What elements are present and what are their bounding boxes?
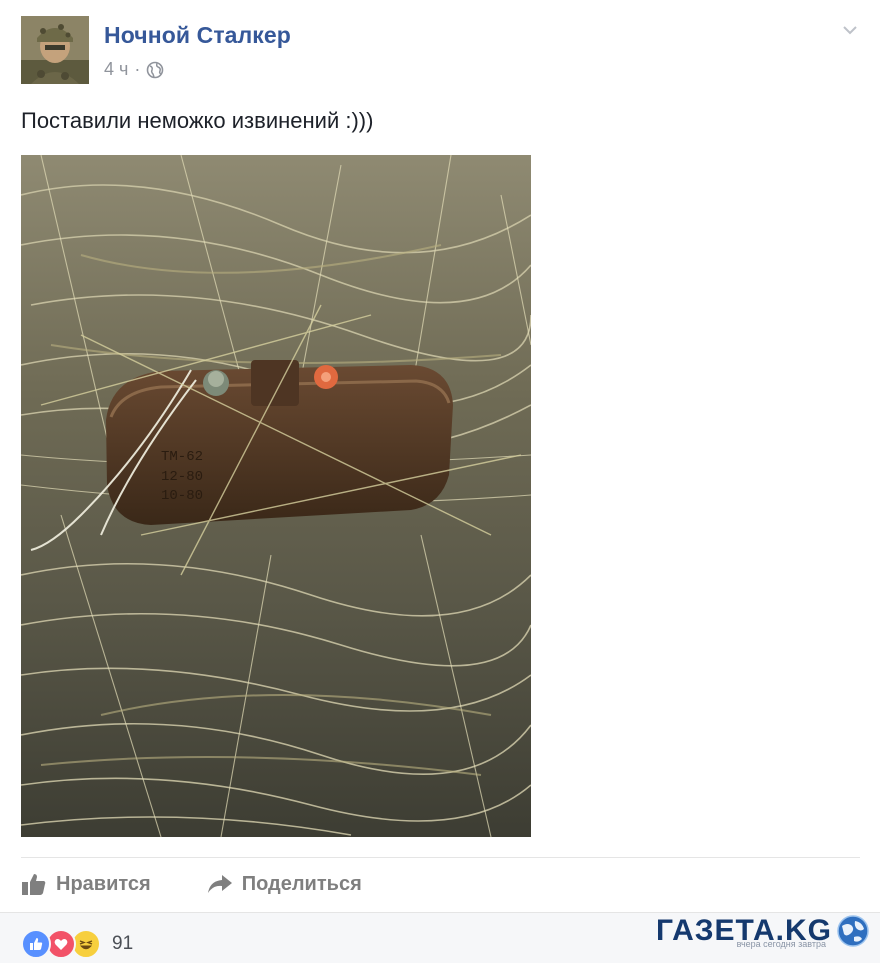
globe-icon[interactable] <box>146 61 164 79</box>
gazeta-kg-watermark: ГАЗЕТА.KG вчера сегодня завтра <box>656 911 870 951</box>
svg-text:12-80: 12-80 <box>161 469 203 485</box>
share-label: Поделиться <box>241 872 362 895</box>
reaction-count: 91 <box>112 933 134 954</box>
thumbs-up-icon <box>22 874 46 895</box>
watermark-tagline: вчера сегодня завтра <box>736 939 826 949</box>
post-header: Ночной Сталкер 4 ч · <box>21 16 860 86</box>
author-avatar[interactable] <box>21 16 89 84</box>
share-arrow-icon <box>207 875 232 893</box>
chevron-down-icon[interactable] <box>840 20 860 40</box>
like-button[interactable]: Нравится <box>21 872 151 896</box>
globe-logo-icon <box>837 915 869 947</box>
post-actions: Нравится Поделиться <box>21 864 362 904</box>
reactions-summary[interactable]: 91 <box>21 929 133 959</box>
facebook-post: Ночной Сталкер 4 ч · Поставили неможко и… <box>0 0 880 963</box>
author-name-link[interactable]: Ночной Сталкер <box>104 22 291 49</box>
like-label: Нравится <box>56 872 151 895</box>
share-button[interactable]: Поделиться <box>207 872 362 896</box>
post-photo[interactable]: ТМ-62 12-80 10-80 <box>21 155 531 837</box>
svg-text:ТМ-62: ТМ-62 <box>161 449 203 465</box>
like-reaction-icon <box>21 929 51 959</box>
svg-text:10-80: 10-80 <box>161 488 203 504</box>
post-timestamp[interactable]: 4 ч <box>104 59 128 80</box>
post-meta: 4 ч · <box>104 59 164 80</box>
actions-top-divider <box>21 857 860 858</box>
post-text: Поставили неможко извинений :))) <box>21 108 374 133</box>
meta-separator: · <box>134 59 141 79</box>
